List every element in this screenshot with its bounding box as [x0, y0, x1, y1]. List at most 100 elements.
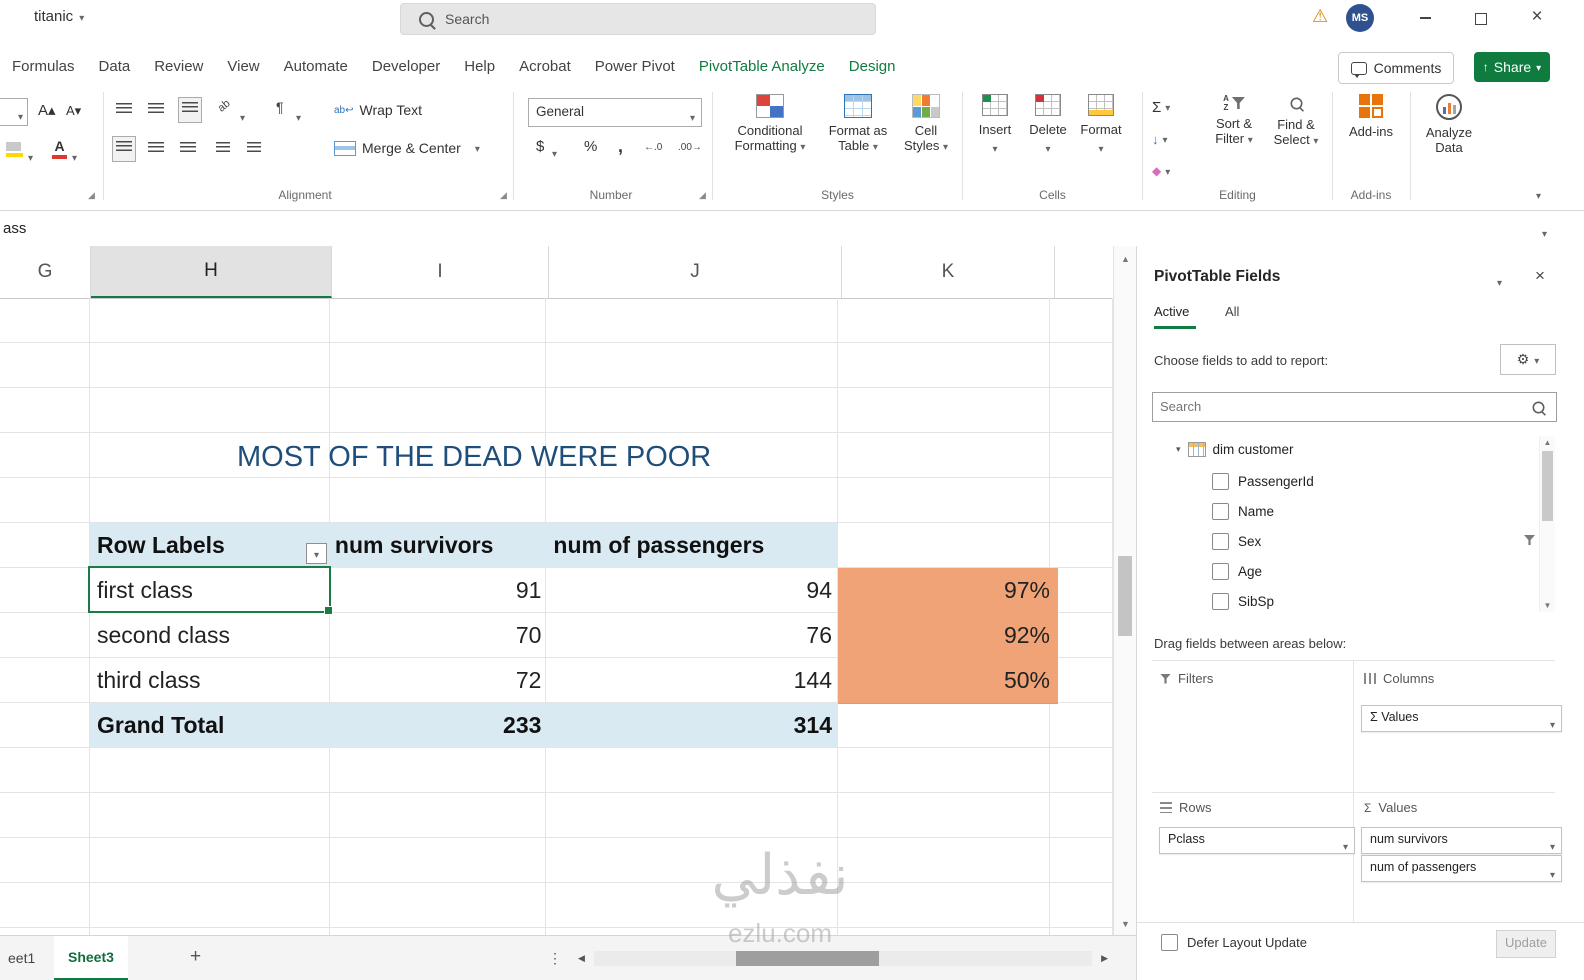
increase-font-size-button[interactable]: A▴: [38, 101, 56, 119]
panel-tab-active[interactable]: Active: [1154, 304, 1189, 319]
pivot-cell-survivors[interactable]: 91: [331, 568, 548, 613]
workbook-title[interactable]: titanic: [34, 8, 84, 25]
align-middle-button[interactable]: [148, 102, 164, 120]
field-filter-icon[interactable]: [1524, 535, 1535, 545]
clear-button[interactable]: ◆: [1152, 162, 1170, 180]
pivot-cell-passengers[interactable]: 144: [547, 658, 838, 703]
tab-pivottable-analyze[interactable]: PivotTable Analyze: [687, 58, 837, 75]
warning-icon[interactable]: ⚠: [1312, 6, 1328, 27]
field-item-passengerid[interactable]: PassengerId: [1212, 473, 1314, 490]
decrease-decimal-button[interactable]: .00→: [678, 142, 702, 153]
pivot-header-passengers[interactable]: num of passengers: [545, 523, 838, 568]
font-size-dropdown-partial[interactable]: [0, 98, 28, 126]
align-top-button[interactable]: [116, 102, 132, 120]
chevron-down-icon[interactable]: [28, 148, 33, 166]
new-sheet-button[interactable]: +: [182, 936, 209, 980]
fields-options-button[interactable]: ⚙: [1500, 344, 1556, 375]
wrap-text-button[interactable]: ab↩ Wrap Text: [334, 102, 422, 118]
font-dialog-launcher[interactable]: ◢: [88, 190, 95, 201]
scroll-right-arrow[interactable]: ▶: [1101, 953, 1108, 964]
checkbox[interactable]: [1212, 503, 1229, 520]
values-field-chip[interactable]: num of passengers: [1361, 855, 1562, 882]
column-header-h[interactable]: H: [91, 246, 332, 298]
fill-color-button[interactable]: [6, 142, 23, 157]
font-color-button[interactable]: A: [52, 138, 67, 159]
fill-button[interactable]: ↓: [1152, 130, 1168, 148]
increase-indent-button[interactable]: [247, 141, 261, 159]
collapse-icon[interactable]: ▾: [1176, 444, 1181, 455]
horizontal-scroll-thumb[interactable]: [736, 951, 879, 966]
collapse-ribbon-icon[interactable]: [1536, 186, 1541, 204]
maximize-button[interactable]: [1458, 0, 1504, 36]
tab-view[interactable]: View: [215, 58, 271, 75]
minimize-button[interactable]: [1402, 0, 1448, 36]
field-table-dim-customer[interactable]: ▾ dim customer: [1176, 442, 1294, 457]
format-cells-button[interactable]: Format: [1076, 94, 1126, 157]
field-item-sibsp[interactable]: SibSp: [1212, 593, 1274, 610]
pivot-cell-label[interactable]: second class: [90, 613, 331, 658]
rate-cell[interactable]: 97%: [838, 568, 1058, 614]
addins-button[interactable]: Add-ins: [1340, 94, 1402, 139]
tab-automate[interactable]: Automate: [272, 58, 360, 75]
tab-acrobat[interactable]: Acrobat: [507, 58, 583, 75]
sheet-tab-sheet1[interactable]: eet1: [0, 936, 43, 980]
insert-cells-button[interactable]: Insert: [970, 94, 1020, 157]
field-list-scrollbar[interactable]: ▲ ▼: [1539, 436, 1555, 612]
analyze-data-button[interactable]: Analyze Data: [1418, 94, 1480, 155]
checkbox[interactable]: [1212, 563, 1229, 580]
field-item-name[interactable]: Name: [1212, 503, 1274, 520]
checkbox[interactable]: [1212, 533, 1229, 550]
accounting-format-button[interactable]: $: [536, 138, 544, 155]
format-as-table-button[interactable]: Format as Table: [820, 94, 896, 153]
active-cell-selection[interactable]: [88, 566, 333, 615]
tab-review[interactable]: Review: [142, 58, 215, 75]
sheet-tab-sheet3[interactable]: Sheet3: [54, 936, 128, 980]
formula-bar[interactable]: ass: [3, 220, 26, 237]
increase-decimal-button[interactable]: ←.0: [644, 142, 662, 153]
scroll-down-arrow[interactable]: ▼: [1114, 919, 1137, 929]
defer-checkbox[interactable]: [1161, 934, 1178, 951]
comments-button[interactable]: Comments: [1338, 52, 1454, 84]
field-item-age[interactable]: Age: [1212, 563, 1262, 580]
column-header-j[interactable]: J: [549, 246, 842, 298]
chevron-down-icon[interactable]: [240, 108, 245, 126]
share-button[interactable]: ↑ Share: [1474, 52, 1550, 82]
pivot-cell-survivors[interactable]: 70: [331, 613, 548, 658]
align-left-button[interactable]: [112, 136, 136, 162]
panel-tab-all[interactable]: All: [1225, 304, 1239, 319]
tab-overflow-menu[interactable]: ⋮: [548, 936, 562, 980]
scroll-up-arrow[interactable]: ▲: [1114, 254, 1137, 264]
grand-total-passengers[interactable]: 314: [547, 703, 838, 748]
find-select-button[interactable]: Find & Select: [1266, 96, 1326, 147]
field-list-scroll-thumb[interactable]: [1542, 451, 1553, 521]
formula-bar-expand-icon[interactable]: [1542, 224, 1547, 242]
panel-options-icon[interactable]: [1497, 274, 1502, 289]
cell-styles-button[interactable]: Cell Styles: [898, 94, 954, 153]
columns-field-chip[interactable]: Σ Values: [1361, 705, 1562, 732]
chevron-down-icon[interactable]: [72, 148, 77, 166]
row-labels-filter-button[interactable]: [306, 543, 327, 564]
tab-design[interactable]: Design: [837, 58, 908, 75]
align-right-button[interactable]: [180, 141, 196, 159]
checkbox[interactable]: [1212, 473, 1229, 490]
column-header-g[interactable]: G: [0, 246, 91, 298]
rate-cell[interactable]: 92%: [838, 613, 1058, 659]
chevron-down-icon[interactable]: [552, 144, 557, 162]
sheet-grid[interactable]: MOST OF THE DEAD WERE POOR Row Labels nu…: [0, 298, 1113, 935]
decrease-indent-button[interactable]: [216, 141, 230, 159]
grand-total-label[interactable]: Grand Total: [90, 703, 331, 748]
grand-total-survivors[interactable]: 233: [331, 703, 548, 748]
pivot-cell-passengers[interactable]: 94: [547, 568, 838, 613]
number-format-select[interactable]: General: [528, 98, 702, 127]
pivot-cell-label[interactable]: third class: [90, 658, 331, 703]
chevron-down-icon[interactable]: [296, 108, 301, 126]
filters-area-dropzone[interactable]: [1152, 695, 1352, 791]
percent-style-button[interactable]: %: [584, 138, 597, 155]
pivot-header-row-labels[interactable]: Row Labels: [90, 523, 331, 568]
tab-formulas[interactable]: Formulas: [0, 58, 87, 75]
align-center-button[interactable]: [148, 141, 164, 159]
vertical-scroll-thumb[interactable]: [1118, 556, 1132, 636]
number-dialog-launcher[interactable]: ◢: [699, 190, 706, 201]
update-button[interactable]: Update: [1496, 930, 1556, 958]
search-box[interactable]: Search: [400, 3, 876, 35]
